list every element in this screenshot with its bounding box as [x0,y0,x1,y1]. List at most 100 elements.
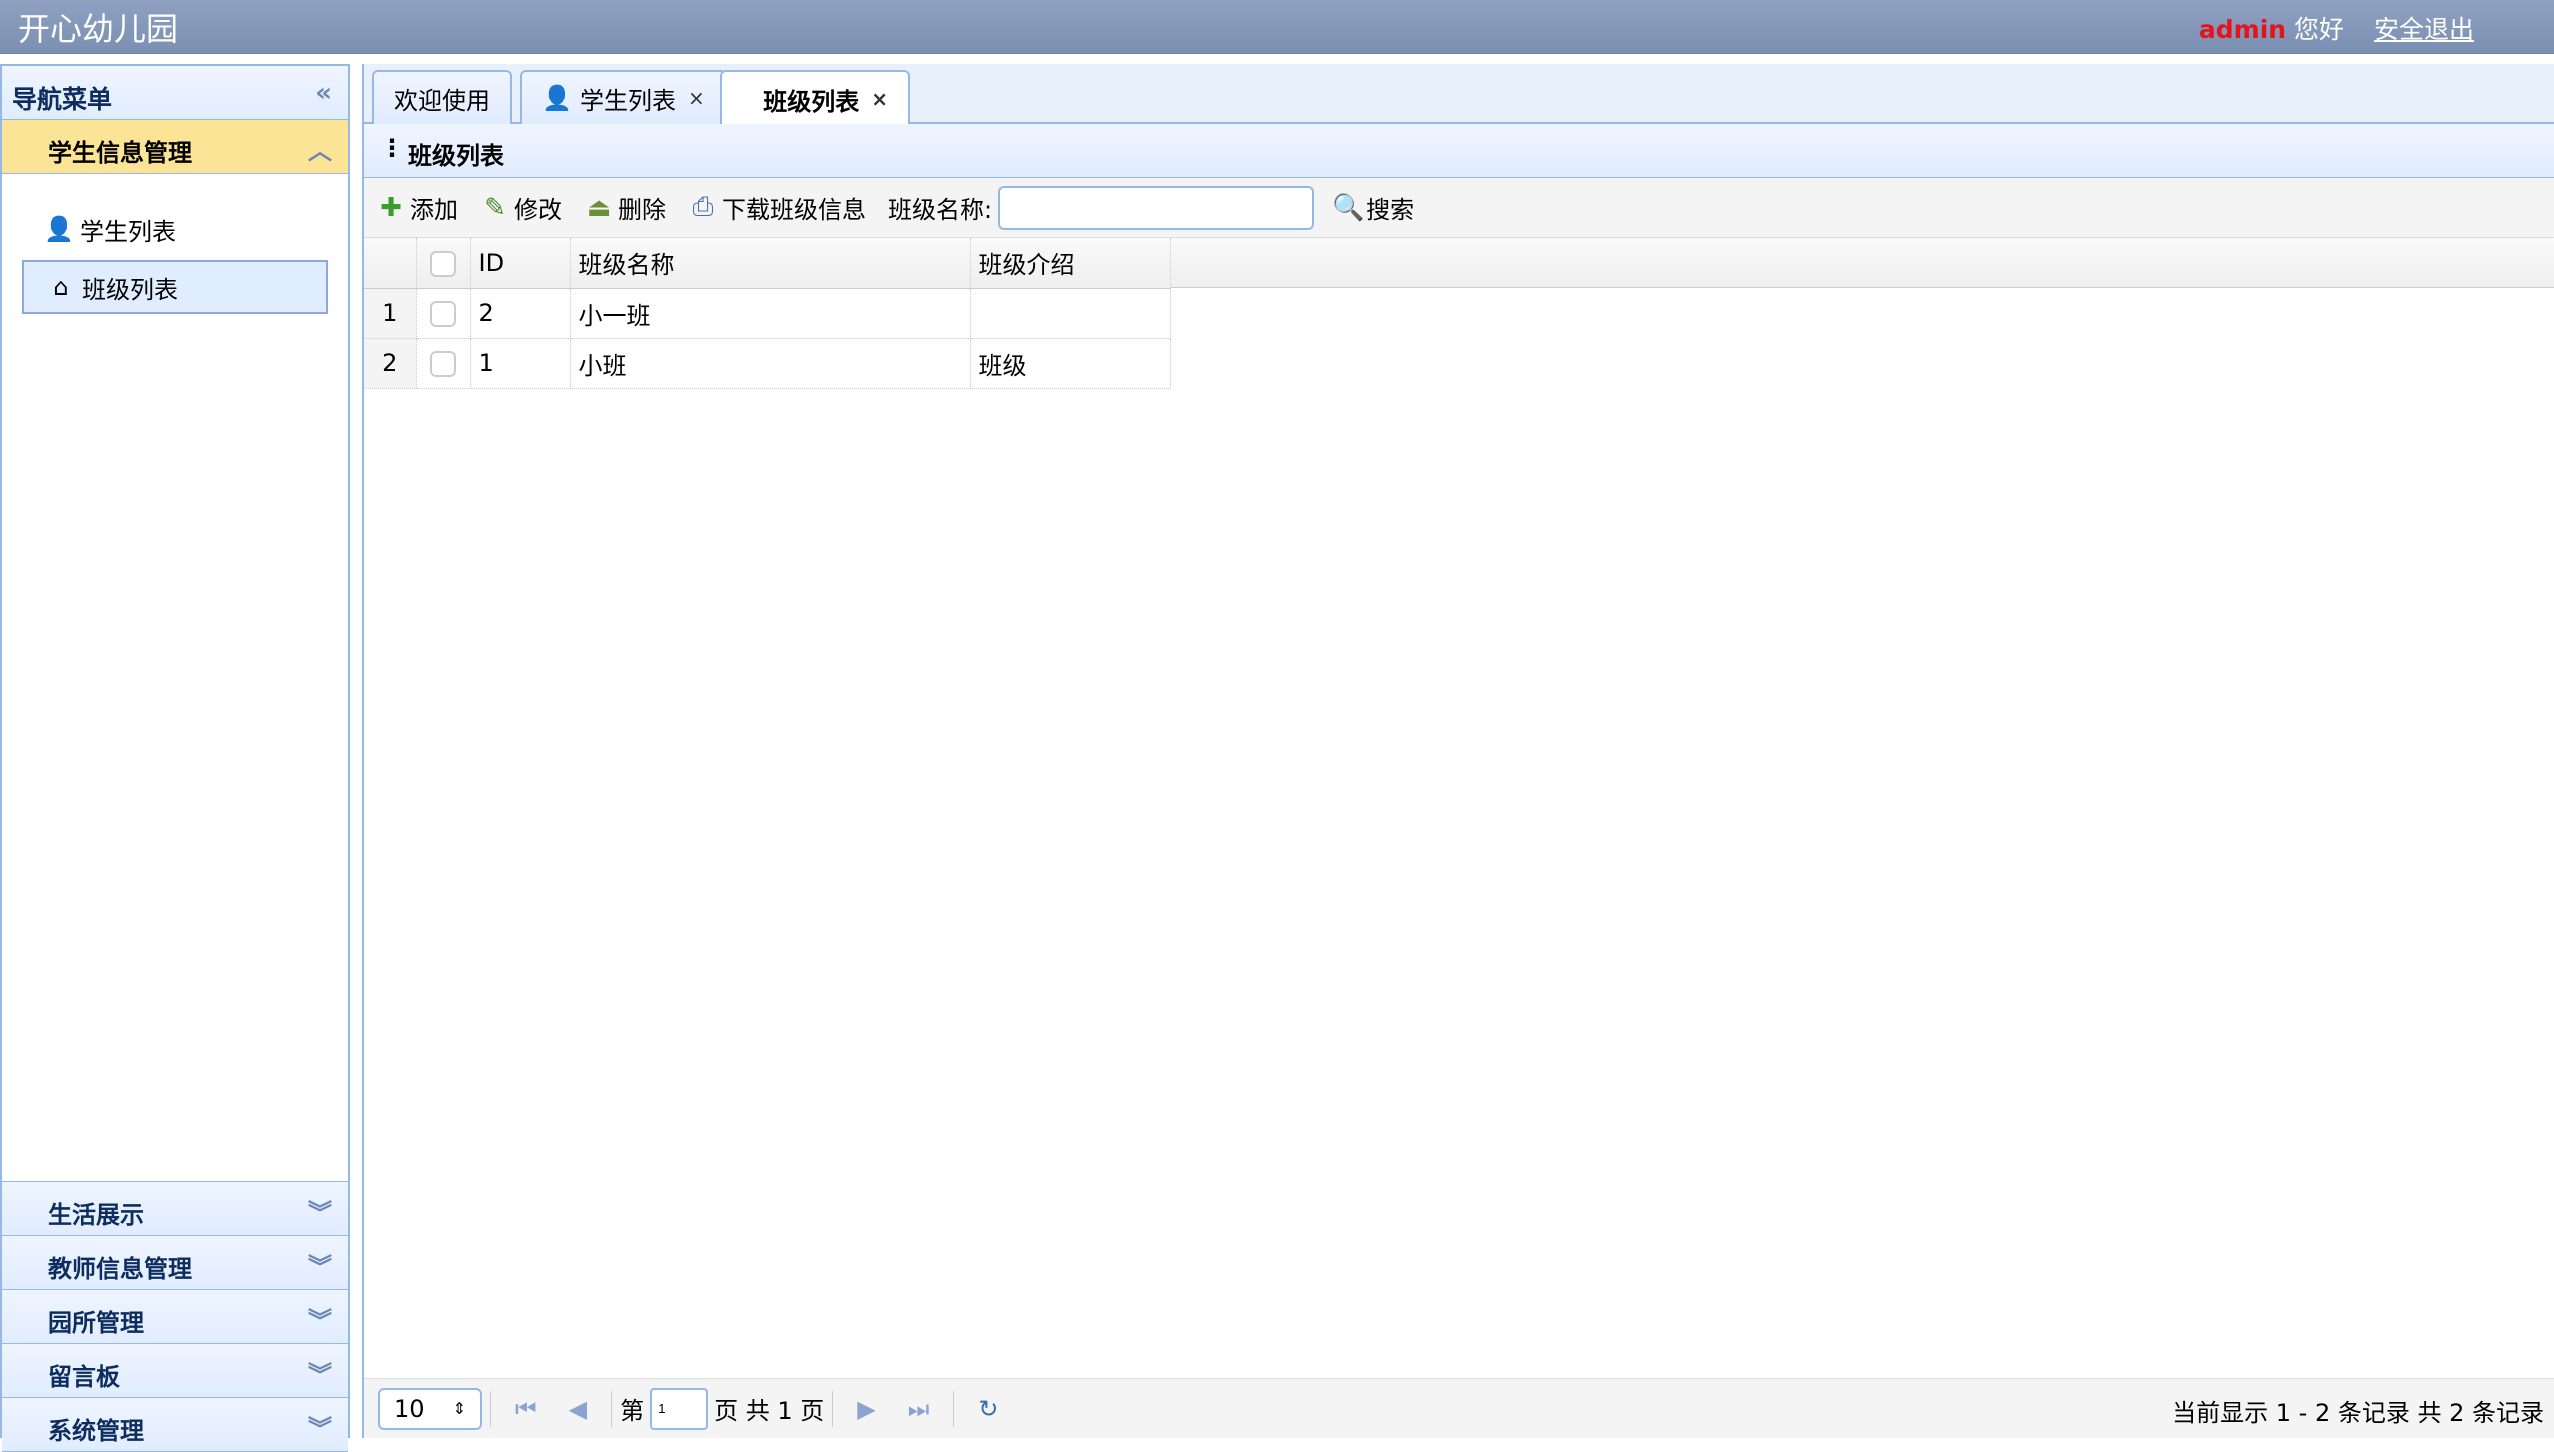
row-select-cell [416,338,471,389]
section-student-info-body: 👤 学生列表 ⌂ 班级列表 [2,174,348,1182]
chevron-down-double-icon[interactable]: ︾ [308,1409,332,1444]
chevron-down-double-icon[interactable]: ︾ [308,1247,332,1282]
chevron-down-double-icon[interactable]: ︾ [308,1355,332,1390]
first-page-icon[interactable]: ⏮ [515,1395,537,1423]
sidebar-item-class-list[interactable]: ⌂ 班级列表 [22,260,328,314]
page-suffix: 页 共 1 页 [714,1397,825,1425]
column-header-name[interactable]: 班级名称 [570,238,971,289]
section-label: 园所管理 [48,1309,144,1337]
sidebar-item-student-list[interactable]: 👤 学生列表 [22,202,328,256]
section-message-board[interactable]: 留言板 ︾ [2,1344,348,1398]
grid-container: ID 班级名称 班级介绍 1 2 小一班 2 1 小班 班级 [364,238,2554,389]
tab-label: 学生列表 [580,86,676,115]
column-header-id[interactable]: ID [470,238,571,289]
row-number-header [364,238,417,289]
chevron-down-double-icon[interactable]: ︾ [308,1301,332,1336]
close-icon[interactable]: × [688,86,705,110]
tab-welcome[interactable]: 欢迎使用 [372,70,512,124]
section-system-management[interactable]: 系统管理 ︾ [2,1398,348,1452]
pagination-bar: 10 ⇕ ⏮ ◀ 第 页 共 1 页 ▶ ⏭ ↻ 当前显示 1 - 2 条记录 … [364,1378,2554,1438]
delete-icon: ⏏ [586,192,612,223]
grid-header-row: ID 班级名称 班级介绍 [364,238,1171,289]
top-bar: 开心幼儿园 admin 您好 安全退出 [0,0,2554,54]
column-header-intro[interactable]: 班级介绍 [970,238,1171,289]
add-icon: ✚ [380,192,402,223]
chevron-up-icon[interactable]: ︿ [308,131,332,166]
record-info: 当前显示 1 - 2 条记录 共 2 条记录 [2172,1399,2544,1427]
app-title: 开心幼儿园 [18,10,179,48]
select-all-checkbox[interactable] [430,250,456,277]
delete-button[interactable]: ⏏ 删除 [584,190,666,225]
refresh-icon[interactable]: ↻ [978,1395,998,1423]
section-label: 留言板 [48,1363,120,1391]
cell-name: 小班 [570,338,971,389]
sidebar-item-label: 班级列表 [82,275,178,304]
add-label: 添加 [410,196,458,224]
row-number: 1 [364,288,417,339]
cell-intro [970,288,1171,339]
download-label: 下载班级信息 [722,196,866,224]
row-checkbox[interactable] [430,351,456,377]
table-row[interactable]: 1 2 小一班 [364,288,1171,339]
tab-student-list[interactable]: 👤 学生列表 × [520,70,727,124]
class-name-search-input[interactable] [998,185,1315,230]
search-icon: 🔍 [1332,192,1365,223]
panel-header: ⋮ 班级列表 [364,124,2554,178]
page-number-input[interactable] [650,1387,709,1430]
search-button[interactable]: 🔍 搜索 [1332,190,1414,225]
last-page-icon[interactable]: ⏭ [908,1395,930,1423]
search-button-label: 搜索 [1366,196,1415,224]
search-label: 班级名称: [888,196,993,224]
row-number: 2 [364,338,417,389]
user-area: admin 您好 安全退出 [2199,10,2474,46]
add-button[interactable]: ✚ 添加 [376,190,458,225]
cell-name: 小一班 [570,288,971,339]
cell-intro: 班级 [970,338,1171,389]
student-icon: 👤 [542,84,572,112]
section-label: 系统管理 [48,1417,144,1445]
sidebar: 导航菜单 « 学生信息管理 ︿ 👤 学生列表 ⌂ 班级列表 生活展示 ︾ 教师信… [0,64,350,1452]
next-page-icon[interactable]: ▶ [857,1395,875,1423]
main-area: 欢迎使用 👤 学生列表 × 班级列表 × ⋮ 班级列表 ✚ 添加 ✎ 修改 ⏏ … [362,64,2554,1438]
pencil-icon: ✎ [484,192,506,223]
cell-id: 1 [470,338,571,389]
tab-label: 欢迎使用 [394,86,490,115]
greeting: 您好 [2294,15,2345,44]
sidebar-header: 导航菜单 « [2,66,348,120]
edit-button[interactable]: ✎ 修改 [480,190,562,225]
double-chevron-left-icon[interactable]: « [315,78,332,108]
edit-label: 修改 [514,196,562,224]
close-icon[interactable]: × [871,87,888,111]
tab-class-list[interactable]: 班级列表 × [720,70,910,126]
row-checkbox[interactable] [430,301,456,327]
download-button[interactable]: ⎙ 下载班级信息 [688,190,866,225]
table-row[interactable]: 2 1 小班 班级 [364,338,1171,389]
prev-page-icon[interactable]: ◀ [569,1395,587,1423]
sidebar-title: 导航菜单 [12,85,113,114]
printer-icon: ⎙ [692,192,714,222]
chevron-down-double-icon[interactable]: ︾ [308,1193,332,1228]
username: admin [2198,15,2287,44]
logout-link[interactable]: 安全退出 [2374,15,2474,44]
select-all-cell [416,238,471,289]
home-icon: ⌂ [53,273,69,301]
section-student-info[interactable]: 学生信息管理 ︿ [2,120,348,174]
select-arrows-icon: ⇕ [452,1399,466,1418]
tab-label: 班级列表 [763,87,860,116]
section-label: 生活展示 [48,1201,144,1229]
tab-bar: 欢迎使用 👤 学生列表 × 班级列表 × [364,64,2554,126]
toolbar: ✚ 添加 ✎ 修改 ⏏ 删除 ⎙ 下载班级信息 班级名称: 🔍 搜索 [364,178,2554,238]
sidebar-item-label: 学生列表 [80,217,176,246]
section-teacher-info[interactable]: 教师信息管理 ︾ [2,1236,348,1290]
cell-id: 2 [470,288,571,339]
section-label: 学生信息管理 [48,139,192,167]
panel-title: 班级列表 [408,142,504,170]
delete-label: 删除 [618,196,666,224]
data-grid: ID 班级名称 班级介绍 1 2 小一班 2 1 小班 班级 [364,238,1171,389]
page-size-select[interactable]: 10 ⇕ [378,1387,482,1430]
page-prefix: 第 [620,1397,645,1425]
row-select-cell [416,288,471,339]
section-life-display[interactable]: 生活展示 ︾ [2,1182,348,1236]
student-icon: 👤 [44,215,74,243]
section-campus-management[interactable]: 园所管理 ︾ [2,1290,348,1344]
